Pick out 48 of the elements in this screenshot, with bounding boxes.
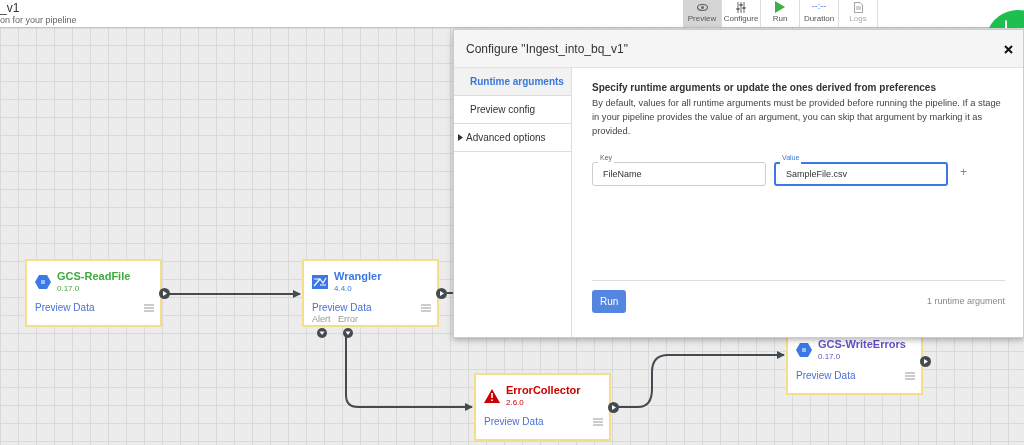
node-version: 0.17.0 (818, 351, 841, 363)
port-icon[interactable] (343, 328, 353, 338)
node-version: 0.17.0 (57, 283, 80, 295)
section-heading: Specify runtime arguments or update the ones derived from preferences (592, 81, 937, 95)
section-description: By default, values for all runtime arguments must be provided before running the pipeline. If a stage in your pipeline provides the value of an argument, you can skip that argument by marking it as provided. (592, 97, 1002, 138)
duration-value: --:-- (811, 0, 827, 14)
close-icon (1004, 45, 1013, 55)
argument-count: 1 runtime argument (926, 294, 1005, 308)
hexagon-icon (35, 274, 51, 289)
toolbar-button[interactable]: Preview (683, 0, 722, 27)
sidebar-tab[interactable]: Advanced options (454, 124, 571, 152)
sidebar-tab[interactable]: Preview config (454, 96, 571, 124)
port-label: Alert (312, 313, 331, 326)
preview-data-link[interactable]: Preview Data (796, 368, 856, 383)
plugin-node[interactable]: Wrangler 4.4.0 Preview Data Alert Error (302, 259, 439, 327)
node-version: 2.6.0 (506, 397, 524, 409)
pipeline-description: on for your pipeline (0, 15, 77, 27)
output-port-icon[interactable] (608, 402, 619, 413)
preview-data-link[interactable]: Preview Data (312, 300, 372, 315)
port-label: Error (338, 313, 358, 326)
plugin-node[interactable]: GCS-ReadFile 0.17.0 Preview Data (25, 259, 162, 327)
run-button[interactable]: Run (592, 290, 627, 313)
sidebar-tab[interactable]: Runtime arguments (454, 68, 571, 96)
port-icon[interactable] (317, 328, 327, 338)
sliders-icon (736, 1, 746, 13)
dialog-title: Configure "Ingest_into_bq_v1" (466, 40, 628, 58)
add-button[interactable]: + (956, 163, 971, 181)
output-port-icon[interactable] (436, 288, 447, 299)
document-icon (853, 1, 863, 13)
play-icon (775, 1, 785, 13)
output-port-icon[interactable] (920, 356, 931, 367)
value-field[interactable]: SampleFile.csv (774, 162, 948, 186)
node-title: GCS-ReadFile (57, 269, 131, 284)
plugin-node[interactable]: ErrorCollector 2.6.0 Preview Data (474, 373, 611, 441)
node-title: ErrorCollector (506, 383, 581, 398)
node-title: GCS-WriteErrors (818, 337, 906, 352)
preview-data-link[interactable]: Preview Data (35, 300, 95, 315)
output-port-icon[interactable] (159, 288, 170, 299)
pipeline-title: _v1 (0, 1, 20, 15)
caret-icon (458, 134, 463, 141)
key-field[interactable]: FileName (592, 162, 766, 186)
wrangler-icon (312, 274, 328, 289)
node-title: Wrangler (334, 269, 382, 284)
warning-icon (484, 388, 500, 403)
node-version: 4.4.0 (334, 283, 352, 295)
eye-icon (696, 3, 708, 11)
hexagon-icon (796, 342, 812, 357)
preview-data-link[interactable]: Preview Data (484, 414, 544, 429)
